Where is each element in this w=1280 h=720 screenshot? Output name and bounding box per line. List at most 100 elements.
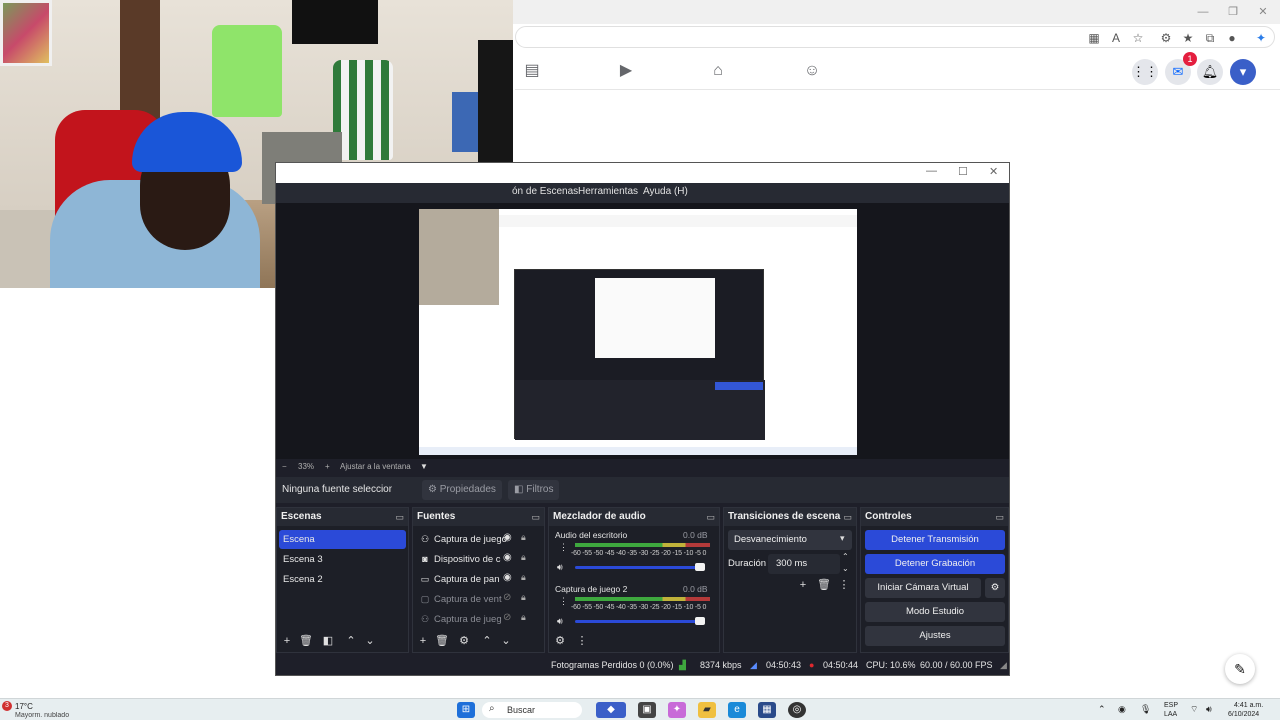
tray-chevron-up-icon[interactable]: ⌃ [1098, 704, 1106, 715]
lock-icon[interactable]: 🔒︎ [521, 532, 526, 543]
extensions-icon[interactable]: ⚙ [1158, 30, 1174, 46]
kebab-menu-icon[interactable]: ⋮ [837, 578, 851, 592]
notifications-bell-icon[interactable]: 🔔︎ [1197, 59, 1223, 85]
studio-mode-button[interactable]: Modo Estudio [865, 602, 1005, 622]
dock-undock-icon[interactable]: ▭ [395, 508, 404, 526]
collections-icon[interactable]: ⧉ [1202, 30, 1218, 46]
source-item[interactable]: ▭ Captura de pan [415, 570, 503, 589]
minimize-icon[interactable]: — [1194, 4, 1212, 20]
settings-button[interactable]: Ajustes [865, 626, 1005, 646]
start-virtual-camera-button[interactable]: Iniciar Cámara Virtual [865, 578, 981, 598]
maximize-icon[interactable]: ❐ [1224, 4, 1242, 20]
taskbar-search[interactable]: ⌕ Buscar [482, 702, 582, 718]
favorites-icon[interactable]: ★ [1180, 30, 1196, 46]
lock-icon[interactable]: 🔒︎ [521, 572, 526, 583]
edge-icon[interactable]: e [728, 702, 746, 718]
zoom-dropdown-icon[interactable]: ▼ [420, 462, 428, 471]
menu-help[interactable]: Ayuda (H) [643, 186, 688, 197]
task-view-icon[interactable]: ▣ [638, 702, 656, 718]
gear-icon[interactable]: ⚙ [457, 634, 471, 648]
obs-minimize-icon[interactable]: — [926, 165, 937, 177]
volume-slider[interactable] [575, 563, 705, 571]
microphone-icon[interactable]: 🎙︎ [1140, 704, 1151, 715]
transition-select[interactable]: Desvanecimiento ▾ [728, 530, 852, 550]
groups-icon[interactable]: ☺ [801, 60, 823, 82]
eye-hidden-icon[interactable]: ⊘ [503, 592, 511, 603]
duration-spinbox[interactable]: 300 ms [768, 554, 840, 574]
move-down-icon[interactable]: ⌄ [499, 634, 513, 648]
zoom-fit-label[interactable]: Ajustar a la ventana [340, 462, 411, 471]
speaker-icon[interactable]: 🔊︎ [557, 562, 563, 573]
source-item[interactable]: ▢ Captura de vent [415, 590, 503, 609]
dock-undock-icon[interactable]: ▭ [531, 508, 540, 526]
virtual-camera-settings-gear-icon[interactable]: ⚙ [985, 578, 1005, 598]
eye-icon[interactable]: ◉ [503, 552, 512, 563]
copilot-app-icon[interactable]: ✦ [668, 702, 686, 718]
feeds-icon[interactable]: ▤ [521, 60, 543, 82]
tray-app-icon[interactable]: ◉ [1118, 704, 1126, 715]
scene-filter-icon[interactable]: ◧ [321, 634, 335, 648]
copilot-icon[interactable]: ✦ [1253, 30, 1269, 46]
menu-tools[interactable]: Herramientas [578, 186, 638, 197]
dock-undock-icon[interactable]: ▭ [995, 508, 1004, 526]
file-explorer-icon[interactable]: ▰ [698, 702, 716, 718]
menu-scene-collection[interactable]: ón de Escenas [512, 186, 578, 197]
kebab-menu-icon[interactable]: ⋮ [559, 596, 568, 607]
add-icon[interactable]: + [280, 634, 294, 648]
zoom-in-button[interactable]: + [325, 462, 330, 471]
filters-button[interactable]: ◧ Filtros [508, 480, 560, 500]
store-icon[interactable]: ▦ [758, 702, 776, 718]
stop-recording-button[interactable]: Detener Grabación [865, 554, 1005, 574]
eye-icon[interactable]: ◉ [503, 572, 512, 583]
trash-icon[interactable]: 🗑︎ [299, 634, 313, 648]
speaker-icon[interactable]: 🔊︎ [557, 616, 563, 627]
move-up-icon[interactable]: ⌃ [480, 634, 494, 648]
stop-streaming-button[interactable]: Detener Transmisión [865, 530, 1005, 550]
kebab-menu-icon[interactable]: ⋮ [575, 634, 589, 648]
add-icon[interactable]: + [416, 634, 430, 648]
wifi-icon[interactable]: ⌔ [1190, 704, 1198, 715]
read-aloud-icon[interactable]: A [1108, 30, 1124, 46]
source-item[interactable]: ◙ Dispositivo de c [415, 550, 503, 569]
kebab-menu-icon[interactable]: ⋮ [559, 542, 568, 553]
scene-item[interactable]: Escena [279, 530, 406, 549]
language-indicator[interactable]: ESP [1164, 702, 1178, 709]
profile-icon[interactable]: ● [1224, 30, 1240, 46]
clock-time[interactable]: 4:41 a.m. [1234, 702, 1263, 709]
source-item[interactable]: ⚇ Captura de jueg [415, 610, 503, 629]
advanced-audio-icon[interactable]: ⚙ [553, 634, 567, 648]
game-app-icon[interactable]: ◆ [596, 702, 626, 718]
trash-icon[interactable]: 🗑︎ [435, 634, 449, 648]
preview-canvas[interactable] [419, 209, 857, 455]
trash-icon[interactable]: 🗑︎ [817, 578, 831, 592]
app-available-icon[interactable]: ▦ [1086, 30, 1102, 46]
scene-item[interactable]: Escena 3 [279, 550, 406, 569]
eye-icon[interactable]: ◉ [503, 532, 512, 543]
spin-up-icon[interactable]: ⌃ [842, 552, 849, 561]
video-icon[interactable]: ▶ [615, 60, 637, 82]
menu-grid-icon[interactable]: ⋮⋮ [1132, 59, 1158, 85]
dock-undock-icon[interactable]: ▭ [843, 508, 852, 526]
move-down-icon[interactable]: ⌄ [363, 634, 377, 648]
dock-undock-icon[interactable]: ▭ [706, 508, 715, 526]
obs-taskbar-icon[interactable]: ◎ [788, 702, 806, 718]
zoom-out-button[interactable]: − [282, 462, 287, 471]
add-icon[interactable]: + [796, 578, 810, 592]
account-avatar[interactable]: ▾ [1230, 59, 1256, 85]
eye-hidden-icon[interactable]: ⊘ [503, 612, 511, 623]
lock-icon[interactable]: 🔒︎ [521, 592, 526, 603]
volume-slider-knob[interactable] [695, 563, 705, 571]
volume-slider[interactable] [575, 617, 705, 625]
obs-close-icon[interactable]: ✕ [989, 165, 998, 178]
new-message-icon[interactable]: ✎ [1225, 654, 1255, 684]
properties-button[interactable]: ⚙ Propiedades [422, 480, 502, 500]
start-icon[interactable]: ⊞ [457, 702, 475, 718]
scene-item[interactable]: Escena 2 [279, 570, 406, 589]
marketplace-icon[interactable]: ⌂ [707, 60, 729, 82]
lock-icon[interactable]: 🔒︎ [521, 552, 526, 563]
spin-down-icon[interactable]: ⌄ [842, 564, 849, 573]
obs-maximize-icon[interactable]: ☐ [958, 165, 968, 178]
volume-icon[interactable]: 🔊︎ [1206, 704, 1212, 715]
address-bar[interactable]: ▦ A ☆ ⚙ ★ ⧉ ● ✦ [515, 26, 1275, 48]
lock-icon[interactable]: 🔒︎ [521, 612, 526, 623]
